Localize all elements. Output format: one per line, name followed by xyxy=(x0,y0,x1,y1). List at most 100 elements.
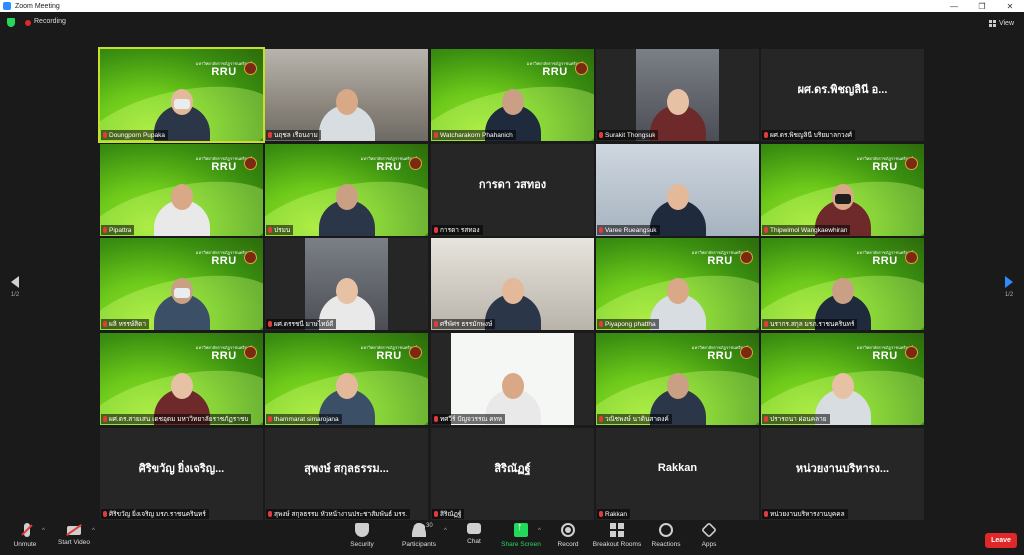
participant-name: สิริณัฏฐ์ xyxy=(440,511,462,518)
participant-tile[interactable]: มหาวิทยาลัยราชภัฏราชนครินทร์ RRU Thipwimol… xyxy=(761,144,924,236)
view-button[interactable]: View xyxy=(985,16,1018,30)
participant-head xyxy=(170,184,193,210)
participant-tile[interactable]: มหาวิทยาลัยราชภัฏราชนครินทร์ RRU ผศ.ดร.สาย… xyxy=(100,333,263,425)
participant-head xyxy=(666,373,689,399)
unmute-button[interactable]: Unmute xyxy=(12,523,38,553)
participant-tile[interactable]: หน่วยงานบริหารง... หน่วยงานบริหารงานบุคคล xyxy=(761,428,924,520)
participant-name: นฤชล เรือนงาม xyxy=(274,132,318,139)
participant-tile[interactable]: มหาวิทยาลัยราชภัฏราชนครินทร์ RRU วณิชพงษ์ … xyxy=(596,333,759,425)
participant-name-label: ทศวีร์ ปัญจวรรณ คทห xyxy=(432,414,506,424)
window-titlebar: Zoom Meeting — ❐ ✕ xyxy=(0,0,1024,12)
participant-name: ผลิ หรรษ์สิดา xyxy=(109,321,146,328)
participant-head xyxy=(501,373,524,399)
meeting-toolbar: Unmute ^ Start Video ^ Security 30 Parti… xyxy=(0,520,1024,555)
share-options-chevron-icon[interactable]: ^ xyxy=(538,528,541,534)
muted-mic-icon xyxy=(268,511,272,517)
participants-button[interactable]: 30 Participants xyxy=(402,523,436,553)
share-screen-button[interactable]: Share Screen xyxy=(501,521,541,553)
participant-name: Pipattra xyxy=(109,226,132,234)
muted-mic-icon xyxy=(103,132,107,138)
participant-tile[interactable]: ศรีพัศร ธรรมักพงษ์ xyxy=(431,238,594,330)
video-off-icon xyxy=(67,526,81,535)
next-page-button[interactable]: 1/2 xyxy=(1002,276,1016,298)
participant-tile[interactable]: Varee Rueangsuk xyxy=(596,144,759,236)
video-options-chevron-icon[interactable]: ^ xyxy=(92,528,95,534)
participant-display-name: ศิริขวัญ ยิ่งเจริญ... xyxy=(138,463,225,475)
security-shield-icon[interactable] xyxy=(7,18,15,27)
participant-tile[interactable]: นฤชล เรือนงาม xyxy=(265,49,428,141)
minimize-button[interactable]: — xyxy=(940,0,968,12)
leave-button[interactable]: Leave xyxy=(985,533,1017,548)
chat-button[interactable]: Chat xyxy=(465,523,483,553)
muted-mic-icon xyxy=(764,321,768,327)
university-seal-icon xyxy=(409,346,422,359)
university-seal-icon xyxy=(244,346,257,359)
participant-name: thammarat simarojana xyxy=(274,415,339,423)
participant-head xyxy=(170,373,193,399)
participant-name-label: Rakkan xyxy=(597,509,631,519)
close-button[interactable]: ✕ xyxy=(996,0,1024,12)
maximize-button[interactable]: ❐ xyxy=(968,0,996,12)
participant-tile[interactable]: มหาวิทยาลัยราชภัฏราชนครินทร์ RRU ปรารถนา ผ… xyxy=(761,333,924,425)
participant-display-name: สิริณัฏฐ์ xyxy=(494,463,531,475)
participant-tile[interactable]: มหาวิทยาลัยราชภัฏราชนครินทร์ RRU Piyapong … xyxy=(596,238,759,330)
chevron-left-icon xyxy=(11,276,19,288)
breakout-rooms-label: Breakout Rooms xyxy=(592,541,642,548)
participant-name-label: Varee Rueangsuk xyxy=(597,225,660,235)
participant-name-label: ผศ.ดรรชนี มาษไทย์ดี xyxy=(266,319,337,329)
participants-label: Participants xyxy=(402,541,436,548)
participant-tile[interactable]: มหาวิทยาลัยราชภัฏราชนครินทร์ RRU Pipattra xyxy=(100,144,263,236)
university-seal-icon xyxy=(244,157,257,170)
participant-tile[interactable]: มหาวิทยาลัยราชภัฏราชนครินทร์ RRU Watcharak… xyxy=(431,49,594,141)
participant-tile[interactable]: มหาวิทยาลัยราชภัฏราชนครินทร์ RRU นรากร.สกุ… xyxy=(761,238,924,330)
muted-mic-icon xyxy=(764,227,768,233)
university-seal-icon xyxy=(905,157,918,170)
participant-tile[interactable]: มหาวิทยาลัยราชภัฏราชนครินทร์ RRU ปรมน xyxy=(265,144,428,236)
reactions-button[interactable]: Reactions xyxy=(652,523,680,553)
record-label: Record xyxy=(557,541,579,548)
participant-name: ผศ.ดร.สายเสน เดชอุดม มหาวิทยาลัยราชภัฏรา… xyxy=(109,416,248,423)
muted-mic-icon xyxy=(434,321,438,327)
share-screen-label: Share Screen xyxy=(501,541,541,548)
muted-mic-icon xyxy=(103,416,107,422)
participant-name: หน่วยงานบริหารงานบุคคล xyxy=(770,511,845,518)
shield-icon xyxy=(355,523,369,537)
page-indicator-left: 1/2 xyxy=(10,292,20,298)
muted-mic-icon xyxy=(764,416,768,422)
previous-page-button[interactable]: 1/2 xyxy=(8,276,22,298)
participant-name-label: Watcharakorn Phahanich xyxy=(432,130,516,140)
apps-button[interactable]: Apps xyxy=(700,522,718,553)
participant-tile[interactable]: ศิริขวัญ ยิ่งเจริญ... ศิริขวัญ ยิ่งเจริญ … xyxy=(100,428,263,520)
participant-name: Watcharakorn Phahanich xyxy=(440,131,513,139)
chat-label: Chat xyxy=(467,538,481,545)
apps-icon xyxy=(701,522,717,538)
participant-tile[interactable]: Surakit Thongsuk xyxy=(596,49,759,141)
participant-tile[interactable]: สิริณัฏฐ์ สิริณัฏฐ์ xyxy=(431,428,594,520)
participant-name-label: Surakit Thongsuk xyxy=(597,130,659,140)
muted-mic-icon xyxy=(599,227,603,233)
participant-tile[interactable]: มหาวิทยาลัยราชภัฏราชนครินทร์ RRU thammarat… xyxy=(265,333,428,425)
participant-tile[interactable]: มหาวิทยาลัยราชภัฏราชนครินทร์ RRU Doungporn… xyxy=(98,47,265,143)
breakout-rooms-button[interactable]: Breakout Rooms xyxy=(592,523,642,553)
record-button[interactable]: Record xyxy=(557,523,579,553)
participant-tile[interactable]: สุพงษ์ สกุลธรรม... สุพงษ์ สกุลธรรม หัวหน้… xyxy=(265,428,428,520)
participant-tile[interactable]: มหาวิทยาลัยราชภัฏราชนครินทร์ RRU ผลิ หรรษ์… xyxy=(100,238,263,330)
audio-options-chevron-icon[interactable]: ^ xyxy=(42,528,45,534)
participant-head xyxy=(831,278,854,304)
reactions-label: Reactions xyxy=(651,541,681,548)
muted-mic-icon xyxy=(268,321,272,327)
participant-tile[interactable]: ผศ.ดรรชนี มาษไทย์ดี xyxy=(265,238,428,330)
participant-tile[interactable]: การดา วสทอง การดา รสทอง xyxy=(431,144,594,236)
security-button[interactable]: Security xyxy=(349,523,375,553)
security-label: Security xyxy=(350,541,374,548)
participant-name: Varee Rueangsuk xyxy=(605,226,657,234)
participants-options-chevron-icon[interactable]: ^ xyxy=(444,528,447,534)
participant-tile[interactable]: ทศวีร์ ปัญจวรรณ คทห xyxy=(431,333,594,425)
participant-tile[interactable]: ผศ.ดร.พิชญลินี อ... ผศ.ดร.พิชญลินี บริยมา… xyxy=(761,49,924,141)
recording-label[interactable]: Recording xyxy=(34,18,66,25)
start-video-button[interactable]: Start Video xyxy=(58,523,90,553)
muted-mic-icon xyxy=(764,511,768,517)
participant-name-label: thammarat simarojana xyxy=(266,414,342,424)
participant-name-label: Pipattra xyxy=(101,225,135,235)
participant-tile[interactable]: Rakkan Rakkan xyxy=(596,428,759,520)
